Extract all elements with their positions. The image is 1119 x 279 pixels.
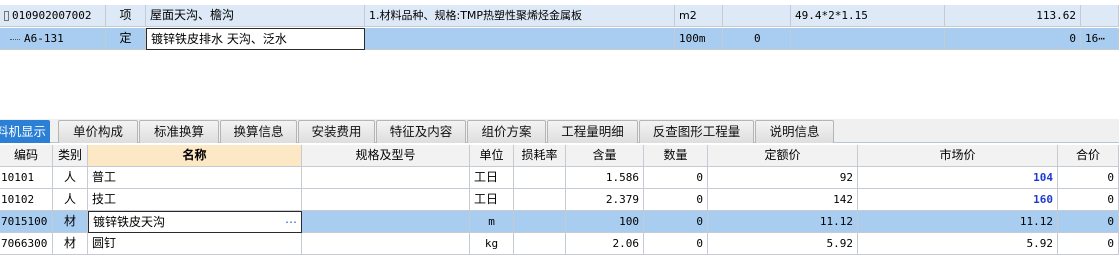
cell-spec[interactable] — [302, 167, 470, 189]
cell-unit[interactable]: 工日 — [470, 167, 514, 189]
cell-total[interactable]: 0 — [1058, 167, 1119, 189]
cell-market-price[interactable]: 160 — [858, 189, 1058, 211]
tab-reverse-graphic-quantity[interactable]: 反查图形工程量 — [639, 120, 754, 143]
cell-spec[interactable] — [302, 211, 470, 233]
cell-name[interactable]: 圆钉 — [88, 233, 302, 255]
tab-material-machine[interactable]: 料机显示 — [0, 120, 50, 143]
cell-loss-rate[interactable] — [514, 167, 566, 189]
row-amount[interactable]: 113.62 — [945, 5, 1081, 27]
table-row[interactable]: 7066300 材 圆钉 kg 2.06 0 5.92 5.92 0 — [0, 233, 1119, 255]
cell-code[interactable]: 7066300 — [0, 233, 53, 255]
cell-code[interactable]: 10101 — [0, 167, 53, 189]
row-unit[interactable]: m2 — [675, 5, 723, 27]
header-quantity[interactable]: 数量 — [644, 145, 708, 167]
cell-category[interactable]: 材 — [53, 233, 88, 255]
row-type[interactable]: 定 — [106, 28, 146, 50]
row-type[interactable]: 项 — [106, 5, 146, 27]
table-row[interactable]: 10101 人 普工 工日 1.586 0 92 104 0 — [0, 167, 1119, 189]
tab-installation-cost[interactable]: 安装费用 — [298, 120, 375, 143]
cell-content[interactable]: 1.586 — [566, 167, 644, 189]
cell-quantity[interactable]: 0 — [644, 211, 708, 233]
cell-quantity[interactable]: 0 — [644, 167, 708, 189]
cell-name[interactable]: 普工 — [88, 167, 302, 189]
header-code[interactable]: 编码 — [0, 145, 53, 167]
row-expression[interactable]: 49.4*2*1.15 — [791, 5, 945, 27]
cell-unit[interactable]: 工日 — [470, 189, 514, 211]
cell-quantity[interactable]: 0 — [644, 189, 708, 211]
header-unit[interactable]: 单位 — [470, 145, 514, 167]
tab-feature-content[interactable]: 特征及内容 — [376, 120, 466, 143]
more-options-icon[interactable]: ⋯ — [285, 212, 297, 232]
tab-description-info[interactable]: 说明信息 — [755, 120, 834, 143]
row-extra[interactable]: 16⋯ — [1081, 28, 1119, 50]
header-spec[interactable]: 规格及型号 — [302, 145, 470, 167]
row-code[interactable]: A6-131 — [0, 28, 106, 50]
cell-total[interactable]: 0 — [1058, 233, 1119, 255]
header-loss-rate[interactable]: 损耗率 — [514, 145, 566, 167]
tab-unit-price-composition[interactable]: 单价构成 — [58, 120, 138, 143]
cell-content[interactable]: 2.379 — [566, 189, 644, 211]
cell-name[interactable]: 技工 — [88, 189, 302, 211]
cell-market-price[interactable]: 5.92 — [858, 233, 1058, 255]
row-name-editor[interactable]: 镀锌铁皮排水 天沟、泛水 — [146, 28, 365, 50]
cell-content[interactable]: 2.06 — [566, 233, 644, 255]
header-name[interactable]: 名称 — [88, 145, 302, 167]
tab-quantity-detail[interactable]: 工程量明细 — [547, 120, 638, 143]
cell-quota-price[interactable]: 5.92 — [708, 233, 858, 255]
row-unit[interactable]: 100m — [675, 28, 723, 50]
tab-standard-conversion[interactable]: 标准换算 — [139, 120, 219, 143]
row-qty-expression[interactable] — [723, 5, 791, 27]
tab-pricing-scheme[interactable]: 组价方案 — [467, 120, 546, 143]
row-name[interactable]: 屋面天沟、檐沟 — [146, 5, 365, 27]
cell-market-price[interactable]: 104 — [858, 167, 1058, 189]
row-feature[interactable]: 1.材料品种、规格:TMP热塑性聚烯烃金属板 — [365, 5, 675, 27]
cell-spec[interactable] — [302, 233, 470, 255]
cell-quota-price[interactable]: 11.12 — [708, 211, 858, 233]
table-row-selected[interactable]: 7015100 材 镀锌铁皮天沟 ⋯ m 100 0 11.12 11.12 0 — [0, 211, 1119, 233]
table-row[interactable]: 10102 人 技工 工日 2.379 0 142 160 0 — [0, 189, 1119, 211]
table-header-row: 编码 类别 名称 规格及型号 单位 损耗率 含量 数量 定额价 市场价 合价 — [0, 145, 1119, 167]
row-extra[interactable] — [1081, 5, 1119, 27]
row-expression[interactable] — [791, 28, 945, 50]
cell-code[interactable]: 10102 — [0, 189, 53, 211]
cell-quota-price[interactable]: 92 — [708, 167, 858, 189]
cell-unit[interactable]: kg — [470, 233, 514, 255]
cell-name-editor[interactable]: 镀锌铁皮天沟 ⋯ — [88, 211, 302, 233]
cell-category[interactable]: 人 — [53, 189, 88, 211]
row-feature[interactable] — [365, 28, 675, 50]
header-content[interactable]: 含量 — [566, 145, 644, 167]
tab-conversion-info[interactable]: 换算信息 — [220, 120, 297, 143]
row-amount[interactable]: 0 — [945, 28, 1081, 50]
cell-loss-rate[interactable] — [514, 211, 566, 233]
tree-line-icon — [10, 38, 20, 40]
header-category[interactable]: 类别 — [53, 145, 88, 167]
header-market-price[interactable]: 市场价 — [858, 145, 1058, 167]
cell-market-price[interactable]: 11.12 — [858, 211, 1058, 233]
cell-loss-rate[interactable] — [514, 189, 566, 211]
header-total[interactable]: 合价 — [1058, 145, 1119, 167]
cell-total[interactable]: 0 — [1058, 189, 1119, 211]
detail-tab-strip: 料机显示 单价构成 标准换算 换算信息 安装费用 特征及内容 组价方案 工程量明… — [0, 119, 1119, 143]
cell-quantity[interactable]: 0 — [644, 233, 708, 255]
cell-category[interactable]: 材 — [53, 211, 88, 233]
cell-category[interactable]: 人 — [53, 167, 88, 189]
cell-content[interactable]: 100 — [566, 211, 644, 233]
row-qty-expression[interactable]: 0 — [723, 28, 791, 50]
row-code[interactable]: 010902007002 — [0, 5, 106, 27]
table-row[interactable]: 010902007002 项 屋面天沟、檐沟 1.材料品种、规格:TMP热塑性聚… — [0, 5, 1119, 27]
cell-code[interactable]: 7015100 — [0, 211, 53, 233]
cell-unit[interactable]: m — [470, 211, 514, 233]
cell-total[interactable]: 0 — [1058, 211, 1119, 233]
cell-quota-price[interactable]: 142 — [708, 189, 858, 211]
row-indicator-icon — [4, 11, 9, 21]
cell-spec[interactable] — [302, 189, 470, 211]
cell-loss-rate[interactable] — [514, 233, 566, 255]
header-quota-price[interactable]: 定额价 — [708, 145, 858, 167]
table-row-selected[interactable]: A6-131 定 镀锌铁皮排水 天沟、泛水 100m 0 0 16⋯ — [0, 28, 1119, 50]
